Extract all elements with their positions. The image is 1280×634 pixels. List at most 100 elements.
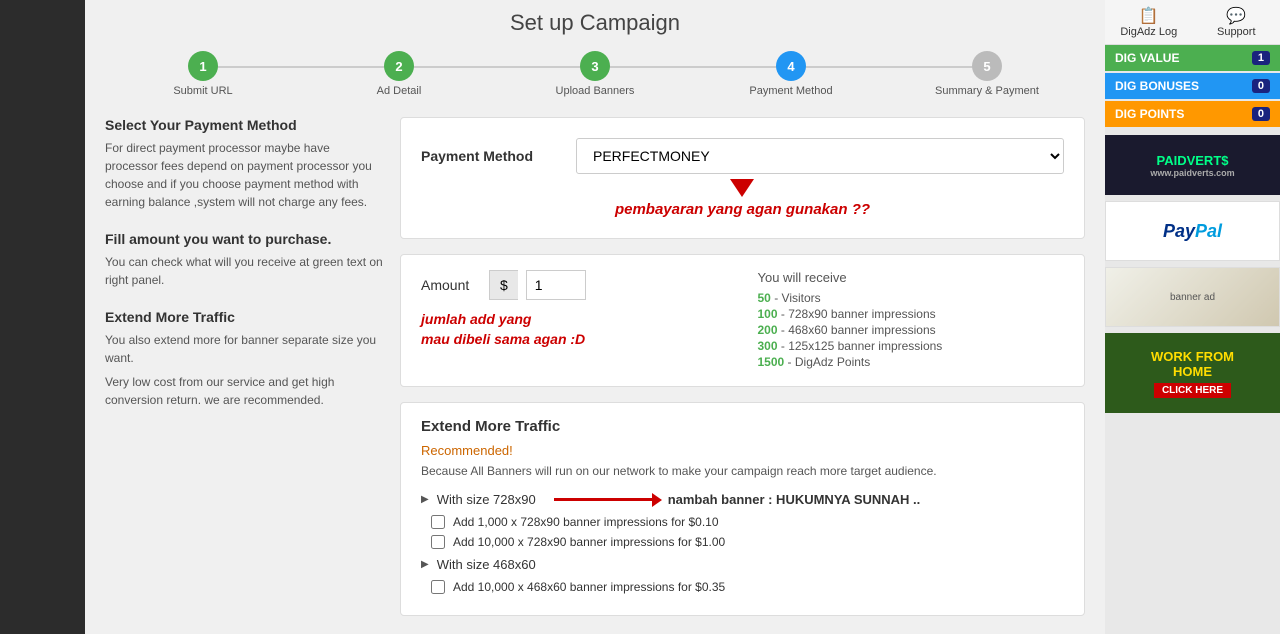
checkbox-728-1: Add 1,000 x 728x90 banner impressions fo… — [421, 515, 1064, 529]
support-label: Support — [1217, 26, 1256, 38]
step-label-4: Payment Method — [749, 85, 832, 97]
checkbox-728-1-input[interactable] — [431, 515, 445, 529]
section3-body1: You also extend more for banner separate… — [105, 331, 385, 367]
step-label-3: Upload Banners — [556, 85, 635, 97]
section1-title: Select Your Payment Method — [105, 117, 385, 133]
checkbox-468-1-input[interactable] — [431, 580, 445, 594]
size-468-label: With size 468x60 — [437, 557, 536, 572]
size-468-toggle[interactable]: ▶ With size 468x60 — [421, 557, 1064, 572]
dig-bonuses-bar: DIG BONUSES 0 — [1105, 73, 1280, 99]
size-728-annotation: nambah banner : HUKUMNYA SUNNAH .. — [668, 492, 921, 507]
receive-item-3: 200 - 468x60 banner impressions — [758, 323, 1065, 337]
receive-item-2: 100 - 728x90 banner impressions — [758, 307, 1065, 321]
page-title: Set up Campaign — [105, 10, 1085, 36]
main-content: Set up Campaign 1 Submit URL 2 Ad Detail… — [85, 0, 1105, 634]
size-728-label: With size 728x90 — [437, 492, 536, 507]
step-1: 1 Submit URL — [105, 51, 301, 97]
right-panel: 📋 DigAdz Log 💬 Support DIG VALUE 1 DIG B… — [1105, 0, 1280, 634]
workfromhome-text2: CLICK HERE — [1154, 383, 1231, 398]
section3-title: Extend More Traffic — [105, 309, 385, 325]
log-label: DigAdz Log — [1120, 26, 1177, 38]
receive-item-1: 50 - Visitors — [758, 291, 1065, 305]
dig-bonuses-count: 0 — [1252, 79, 1270, 93]
paidverts-banner[interactable]: PAIDVERT$ www.paidverts.com — [1105, 135, 1280, 195]
workfromhome-banner[interactable]: WORK FROMHOME CLICK HERE — [1105, 333, 1280, 413]
amount-row: Amount $ — [421, 270, 728, 300]
paidverts-text: PAIDVERT$ — [1157, 153, 1229, 168]
extend-title: Extend More Traffic — [421, 418, 1064, 435]
section2-title: Fill amount you want to purchase. — [105, 231, 385, 247]
toggle-triangle-468: ▶ — [421, 559, 429, 570]
digadz-log-nav[interactable]: 📋 DigAdz Log — [1105, 0, 1193, 44]
dig-value-label: DIG VALUE — [1115, 51, 1179, 65]
checkbox-728-2-input[interactable] — [431, 535, 445, 549]
amount-input[interactable] — [526, 270, 586, 300]
step-5: 5 Summary & Payment — [889, 51, 1085, 97]
step-circle-5: 5 — [972, 51, 1002, 81]
amount-card: Amount $ jumlah add yang mau dibeli sama… — [400, 254, 1085, 387]
paypal-banner[interactable]: PayPal — [1105, 201, 1280, 261]
workfromhome-text1: WORK FROMHOME — [1151, 349, 1234, 379]
arrow-annotation-container: nambah banner : HUKUMNYA SUNNAH .. — [554, 492, 921, 507]
receive-section: You will receive 50 - Visitors 100 - 728… — [758, 270, 1065, 371]
payment-select[interactable]: PERFECTMONEY PAYPAL BITCOIN BALANCE — [576, 138, 1064, 174]
support-icon: 💬 — [1197, 6, 1277, 26]
step-circle-2: 2 — [384, 51, 414, 81]
step-label-2: Ad Detail — [377, 85, 422, 97]
step-label-5: Summary & Payment — [935, 85, 1039, 97]
payment-card: Payment Method PERFECTMONEY PAYPAL BITCO… — [400, 117, 1085, 239]
sidebar — [0, 0, 85, 634]
dig-value-count: 1 — [1252, 51, 1270, 65]
amount-left: Amount $ jumlah add yang mau dibeli sama… — [421, 270, 728, 371]
size-728-toggle[interactable]: ▶ With size 728x90 nambah banner : HUKUM… — [421, 492, 1064, 507]
checkbox-728-2: Add 10,000 x 728x90 banner impressions f… — [421, 535, 1064, 549]
recommended-text: Recommended! — [421, 443, 1064, 458]
amount-annotation: jumlah add yang mau dibeli sama agan :D — [421, 310, 728, 349]
support-nav[interactable]: 💬 Support — [1193, 0, 1280, 44]
receive-title: You will receive — [758, 270, 1065, 285]
steps-container: 1 Submit URL 2 Ad Detail 3 Upload Banner… — [105, 51, 1085, 97]
section2-body: You can check what will you receive at g… — [105, 253, 385, 289]
dollar-sign: $ — [489, 270, 518, 300]
dig-points-bar: DIG POINTS 0 — [1105, 101, 1280, 127]
right-form: Payment Method PERFECTMONEY PAYPAL BITCO… — [400, 117, 1085, 616]
info-section-1: Select Your Payment Method For direct pa… — [105, 117, 385, 211]
paypal-text: PayPal — [1163, 221, 1222, 242]
left-info: Select Your Payment Method For direct pa… — [105, 117, 385, 616]
right-top-nav: 📋 DigAdz Log 💬 Support — [1105, 0, 1280, 45]
toggle-triangle-728: ▶ — [421, 494, 429, 505]
step-circle-1: 1 — [188, 51, 218, 81]
content-area: Select Your Payment Method For direct pa… — [105, 117, 1085, 616]
dig-bonuses-label: DIG BONUSES — [1115, 79, 1199, 93]
section1-body: For direct payment processor maybe have … — [105, 139, 385, 211]
receive-item-5: 1500 - DigAdz Points — [758, 355, 1065, 369]
checkbox-728-1-label: Add 1,000 x 728x90 banner impressions fo… — [453, 515, 719, 529]
payment-row: Payment Method PERFECTMONEY PAYPAL BITCO… — [421, 138, 1064, 174]
red-arrow-line — [554, 498, 654, 501]
payment-label: Payment Method — [421, 148, 561, 164]
step-3: 3 Upload Banners — [497, 51, 693, 97]
paidverts-url: www.paidverts.com — [1150, 168, 1234, 178]
extend-card: Extend More Traffic Recommended! Because… — [400, 402, 1085, 616]
step-circle-4: 4 — [776, 51, 806, 81]
step-2: 2 Ad Detail — [301, 51, 497, 97]
visa-banner[interactable]: banner ad — [1105, 267, 1280, 327]
step-label-1: Submit URL — [173, 85, 232, 97]
payment-annotation-container: pembayaran yang agan gunakan ?? — [421, 179, 1064, 218]
log-icon: 📋 — [1109, 6, 1189, 26]
info-section-3: Extend More Traffic You also extend more… — [105, 309, 385, 409]
down-arrow-icon — [730, 179, 754, 197]
red-arrow-head — [652, 493, 662, 507]
payment-annotation-text: pembayaran yang agan gunakan ?? — [615, 201, 870, 218]
extend-desc: Because All Banners will run on our netw… — [421, 462, 1064, 480]
dig-points-count: 0 — [1252, 107, 1270, 121]
checkbox-728-2-label: Add 10,000 x 728x90 banner impressions f… — [453, 535, 725, 549]
visa-placeholder: banner ad — [1170, 292, 1215, 303]
checkbox-468-1-label: Add 10,000 x 468x60 banner impressions f… — [453, 580, 725, 594]
info-section-2: Fill amount you want to purchase. You ca… — [105, 231, 385, 289]
step-circle-3: 3 — [580, 51, 610, 81]
checkbox-468-1: Add 10,000 x 468x60 banner impressions f… — [421, 580, 1064, 594]
section3-body2: Very low cost from our service and get h… — [105, 373, 385, 409]
dig-value-bar: DIG VALUE 1 — [1105, 45, 1280, 71]
dig-points-label: DIG POINTS — [1115, 107, 1184, 121]
